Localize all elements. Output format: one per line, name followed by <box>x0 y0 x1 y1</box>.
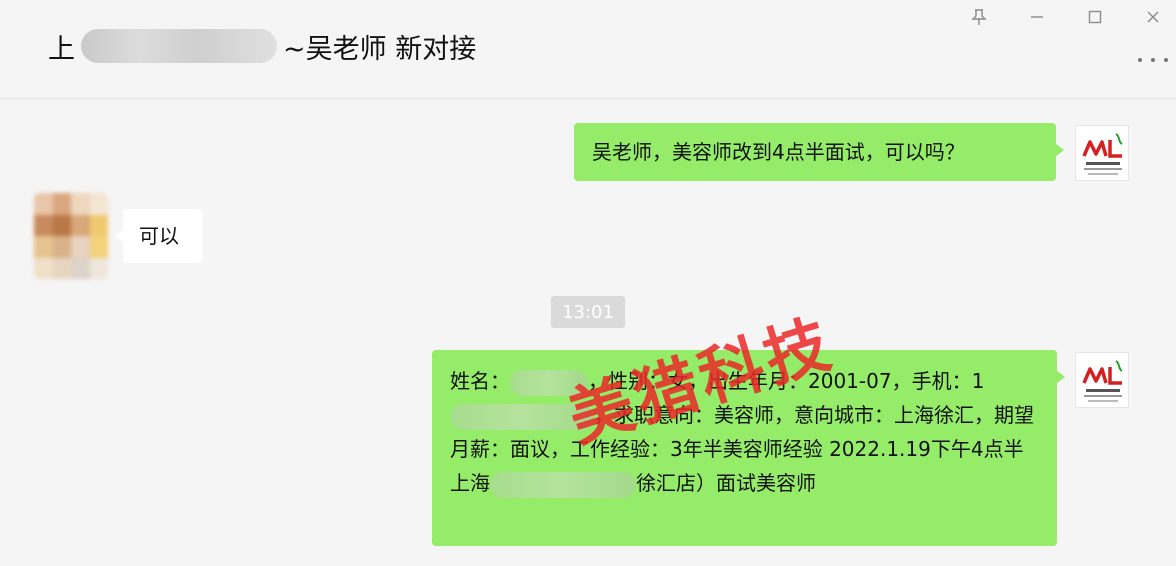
chat-title: 上 ~吴老师 新对接 <box>48 26 476 66</box>
message-text-part: 徐汇店）面试美容师 <box>636 471 816 495</box>
maximize-icon[interactable] <box>1082 6 1108 28</box>
timestamp: 13:01 <box>551 296 625 328</box>
message-text: 可以 <box>139 224 179 248</box>
message-bubble-incoming[interactable]: 可以 <box>115 209 203 263</box>
message-bubble-outgoing[interactable]: 吴老师，美容师改到4点半面试，可以吗？ <box>574 123 1064 181</box>
avatar-contact[interactable] <box>34 193 108 279</box>
message-text-part: 姓名： <box>450 369 510 393</box>
redacted-phone <box>450 403 594 430</box>
redacted-group-name <box>81 29 277 63</box>
message-bubble-outgoing[interactable]: 姓名： ，性别：女，出生年月：2001-07，手机：1，求职意向：美容师，意向城市… <box>432 350 1065 546</box>
chat-title-text: ~吴老师 新对接 <box>283 33 477 65</box>
avatar-self-logo[interactable] <box>1075 352 1129 408</box>
minimize-icon[interactable] <box>1024 6 1050 28</box>
close-icon[interactable] <box>1140 6 1166 28</box>
redacted-name <box>510 369 588 396</box>
redacted-store <box>490 471 636 498</box>
message-text: 吴老师，美容师改到4点半面试，可以吗？ <box>592 140 965 164</box>
avatar-self-logo[interactable] <box>1075 125 1129 181</box>
pin-icon[interactable] <box>966 6 992 28</box>
more-icon[interactable] <box>1138 52 1168 68</box>
chat-title-prefix: 上 <box>48 33 75 65</box>
message-text-part: ，性别：女，出生年月：2001-07，手机：1 <box>588 369 985 393</box>
chat-header: 上 ~吴老师 新对接 <box>0 0 1176 99</box>
